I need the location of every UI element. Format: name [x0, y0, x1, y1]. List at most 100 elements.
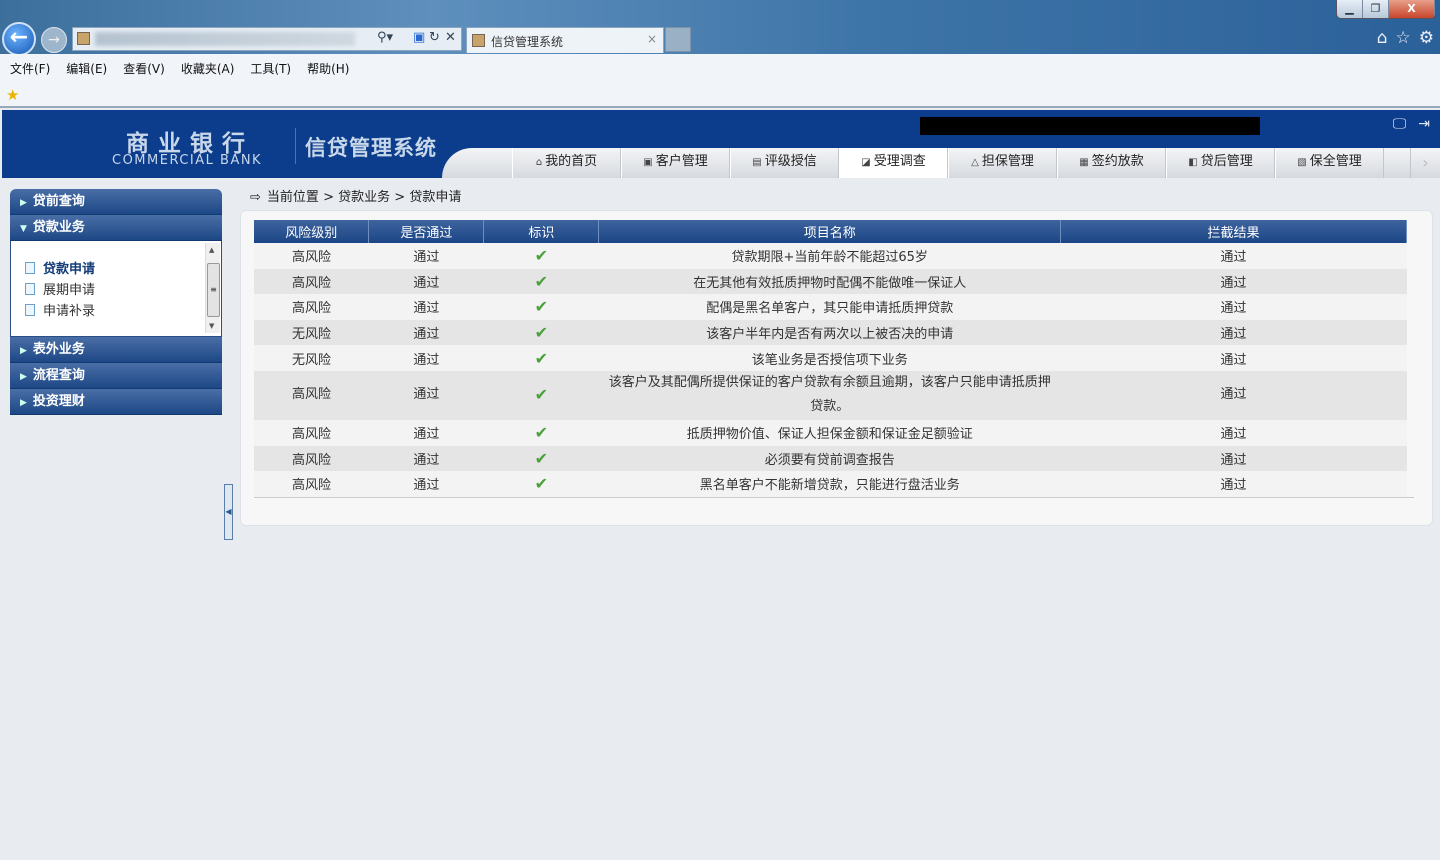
table-cell: 通过 [368, 319, 484, 346]
nav-tab-preservation[interactable]: ▧ 保全管理 [1275, 148, 1384, 178]
nav-tab-guarantee[interactable]: △ 担保管理 [948, 148, 1057, 178]
menu-tools[interactable]: 工具(T) [250, 60, 291, 77]
breadcrumb-label: 当前位置 [266, 190, 319, 205]
monitor-icon[interactable]: 🖵 [1393, 116, 1407, 132]
sidebar-section-investment[interactable]: ▶ 投资理财 [10, 389, 222, 415]
table-cell: 通过 [368, 419, 484, 446]
blurred-url [95, 32, 355, 46]
submenu-scrollbar[interactable]: ▲ ≡ ▼ [205, 243, 220, 333]
section-label: 流程查询 [32, 368, 85, 383]
preservation-icon: ▧ [1297, 157, 1307, 168]
document-icon [25, 304, 35, 316]
sidebar: ▶ 贷前查询 ▼ 贷款业务 贷款申请 展期申请 申请补录 ▲ ≡ ▼ ▶ 表外业务 ▶ 流程… [10, 189, 222, 415]
logout-icon[interactable]: ⇥ [1418, 116, 1430, 132]
section-label: 投资理财 [32, 394, 85, 409]
document-icon [25, 283, 35, 295]
table-cell: 高风险 [254, 243, 369, 269]
nav-tab-home[interactable]: ⌂ 我的首页 [512, 148, 621, 178]
table-row: 高风险 通过 ✔ 配偶是黑名单客户，其只能申请抵质押贷款 通过 [254, 294, 1407, 320]
menu-edit[interactable]: 编辑(E) [66, 60, 107, 77]
sidebar-item-loan-application[interactable]: 贷款申请 [25, 259, 221, 280]
add-favorite-icon[interactable]: ★ [6, 86, 19, 104]
table-cell: 通过 [368, 471, 484, 497]
table-cell: 通过 [368, 345, 484, 371]
table-cell: 通过 [368, 370, 484, 420]
compat-view-icon[interactable]: ▣ [413, 30, 425, 45]
table-cell: 通过 [1060, 419, 1407, 446]
table-row: 高风险 通过 ✔ 必须要有贷前调查报告 通过 [254, 445, 1407, 472]
favorites-star-icon[interactable]: ☆ [1396, 28, 1411, 48]
search-icon[interactable]: ⚲▾ [377, 30, 393, 45]
table-cell: 贷款期限+当前年龄不能超过65岁 [598, 243, 1061, 269]
system-name: 信贷管理系统 [305, 136, 437, 160]
table-cell: 黑名单客户不能新增贷款，只能进行盘活业务 [598, 471, 1061, 497]
refresh-icon[interactable]: ↻ [429, 30, 440, 45]
table-cell: 高风险 [254, 419, 369, 446]
rating-icon: ▤ [752, 157, 762, 168]
sidebar-section-preloan-query[interactable]: ▶ 贷前查询 [10, 189, 222, 215]
item-label: 贷款申请 [43, 262, 96, 277]
sidebar-collapse-handle[interactable]: ◀ [224, 484, 233, 540]
new-tab-button[interactable] [665, 27, 691, 52]
section-label: 贷前查询 [32, 194, 85, 209]
item-label: 展期申请 [43, 283, 96, 298]
close-window-button[interactable]: X [1389, 0, 1435, 18]
item-label: 申请补录 [43, 304, 96, 319]
breadcrumb-item: 贷款业务 [338, 190, 391, 205]
nav-tab-label: 评级授信 [764, 154, 817, 169]
nav-tab-rating[interactable]: ▤ 评级授信 [730, 148, 839, 178]
table-cell: 高风险 [254, 268, 369, 295]
caret-right-icon: ▶ [20, 198, 27, 208]
address-bar[interactable]: ⚲▾ ▣ ↻ ✕ [72, 27, 462, 51]
nav-tab-label: 客户管理 [655, 154, 708, 169]
section-label: 贷款业务 [32, 220, 85, 235]
nav-next-arrow[interactable]: › [1410, 148, 1440, 178]
forward-button[interactable]: → [41, 27, 67, 53]
table-row: 高风险 通过 ✔ 抵质押物价值、保证人担保金额和保证金足额验证 通过 [254, 419, 1407, 446]
table-cell: 配偶是黑名单客户，其只能申请抵质押贷款 [598, 294, 1061, 320]
location-icon: ⇨ [250, 190, 261, 205]
nav-tab-label: 担保管理 [981, 154, 1034, 169]
browser-tab[interactable]: 信贷管理系统 × [466, 27, 664, 53]
table-row: 高风险 通过 ✔ 该客户及其配偶所提供保证的客户贷款有余额且逾期，该客户只能申请抵质押… [254, 370, 1407, 420]
nav-tab-contract[interactable]: ▦ 签约放款 [1057, 148, 1166, 178]
table-cell: 高风险 [254, 370, 369, 420]
table-row: 无风险 通过 ✔ 该笔业务是否授信项下业务 通过 [254, 345, 1407, 371]
restore-button[interactable]: ❐ [1363, 0, 1389, 18]
sidebar-section-loan-business[interactable]: ▼ 贷款业务 [10, 215, 222, 241]
minimize-button[interactable]: ▁ [1337, 0, 1363, 18]
nav-tab-customer[interactable]: ▣ 客户管理 [621, 148, 730, 178]
menu-help[interactable]: 帮助(H) [307, 60, 349, 77]
caret-right-icon: ▶ [20, 398, 27, 408]
menu-view[interactable]: 查看(V) [123, 60, 165, 77]
nav-tab-label: 贷后管理 [1200, 154, 1253, 169]
nav-tab-label: 我的首页 [545, 154, 598, 169]
check-icon: ✔ [483, 345, 599, 371]
home-icon[interactable]: ⌂ [1377, 28, 1388, 48]
nav-tab-postloan[interactable]: ◧ 贷后管理 [1166, 148, 1275, 178]
sidebar-item-supplement[interactable]: 申请补录 [25, 301, 221, 322]
redacted-user-info [920, 117, 1260, 135]
table-cell: 通过 [368, 294, 484, 320]
menu-favorites[interactable]: 收藏夹(A) [181, 60, 235, 77]
column-header: 风险级别 [254, 220, 370, 243]
sidebar-item-extension-application[interactable]: 展期申请 [25, 280, 221, 301]
nav-tab-survey[interactable]: ◪ 受理调查 [839, 148, 948, 178]
close-tab-icon[interactable]: × [647, 32, 657, 46]
sidebar-section-off-balance[interactable]: ▶ 表外业务 [10, 337, 222, 363]
table-cell: 高风险 [254, 445, 369, 472]
check-icon: ✔ [483, 268, 599, 295]
menu-file[interactable]: 文件(F) [10, 60, 50, 77]
table-cell: 通过 [368, 268, 484, 295]
table-cell: 通过 [368, 445, 484, 472]
column-header: 项目名称 [598, 220, 1062, 243]
browser-titlebar: ← → ⚲▾ ▣ ↻ ✕ 信贷管理系统 × ▁ ❐ X ⌂ ☆ ⚙ [0, 0, 1440, 56]
column-header: 标识 [483, 220, 600, 243]
back-button[interactable]: ← [2, 22, 36, 56]
gear-icon[interactable]: ⚙ [1419, 28, 1434, 48]
stop-icon[interactable]: ✕ [445, 30, 456, 45]
breadcrumb-item: 贷款申请 [409, 190, 462, 205]
sidebar-section-process-query[interactable]: ▶ 流程查询 [10, 363, 222, 389]
check-icon: ✔ [483, 419, 599, 446]
table-row: 高风险 通过 ✔ 贷款期限+当前年龄不能超过65岁 通过 [254, 243, 1407, 269]
